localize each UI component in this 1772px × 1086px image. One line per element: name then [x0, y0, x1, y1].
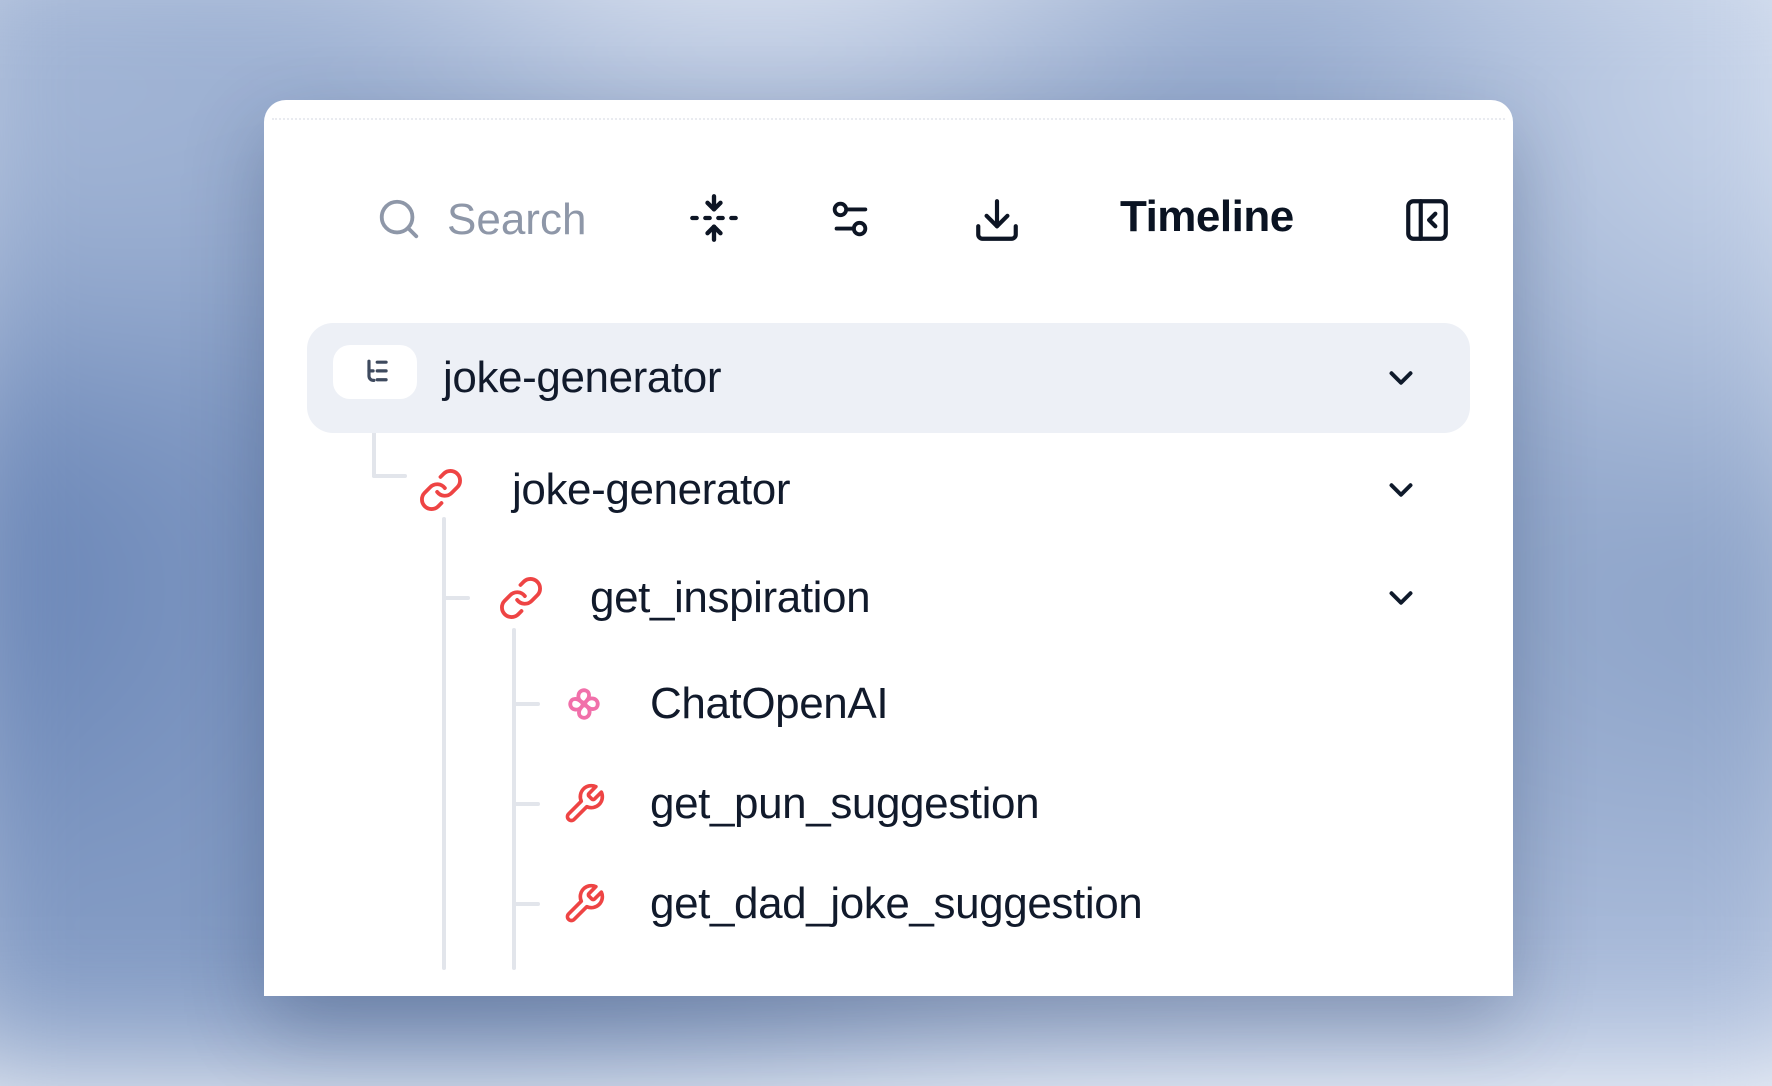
- collapse-all-button[interactable]: [688, 192, 740, 244]
- trace-panel: Timeline joke-generator joke-generator: [264, 100, 1513, 996]
- link-icon: [418, 467, 464, 513]
- chevron-down-icon[interactable]: [1382, 471, 1420, 509]
- chevron-down-icon[interactable]: [1382, 359, 1420, 397]
- panel-top-divider: [272, 118, 1505, 120]
- filter-settings-button[interactable]: [827, 196, 873, 242]
- chevron-down-icon[interactable]: [1382, 579, 1420, 617]
- sliders-icon: [827, 196, 873, 242]
- collapse-panel-button[interactable]: [1402, 195, 1452, 245]
- tree-row[interactable]: [307, 548, 1470, 648]
- tree-row-label: joke-generator: [512, 467, 790, 513]
- download-icon: [972, 195, 1022, 245]
- tree-row-label: ChatOpenAI: [650, 681, 888, 727]
- search-icon: [376, 196, 422, 242]
- tree-row[interactable]: [307, 440, 1470, 540]
- tree-row-label: get_dad_joke_suggestion: [650, 881, 1142, 927]
- tree-row-label: get_pun_suggestion: [650, 781, 1039, 827]
- wrench-icon: [562, 882, 606, 926]
- fold-vertical-icon: [688, 192, 740, 244]
- pinwheel-icon: [560, 680, 608, 728]
- wrench-icon: [562, 782, 606, 826]
- tree-icon-badge[interactable]: [333, 345, 417, 399]
- tree-row-label: get_inspiration: [590, 575, 870, 621]
- tree-row[interactable]: [307, 654, 1470, 754]
- tree-row-label: joke-generator: [443, 355, 721, 401]
- link-icon: [498, 575, 544, 621]
- download-button[interactable]: [972, 195, 1022, 245]
- panel-left-close-icon: [1402, 195, 1452, 245]
- tree-structure-icon: [356, 353, 394, 391]
- timeline-view-toggle[interactable]: Timeline: [1120, 194, 1294, 240]
